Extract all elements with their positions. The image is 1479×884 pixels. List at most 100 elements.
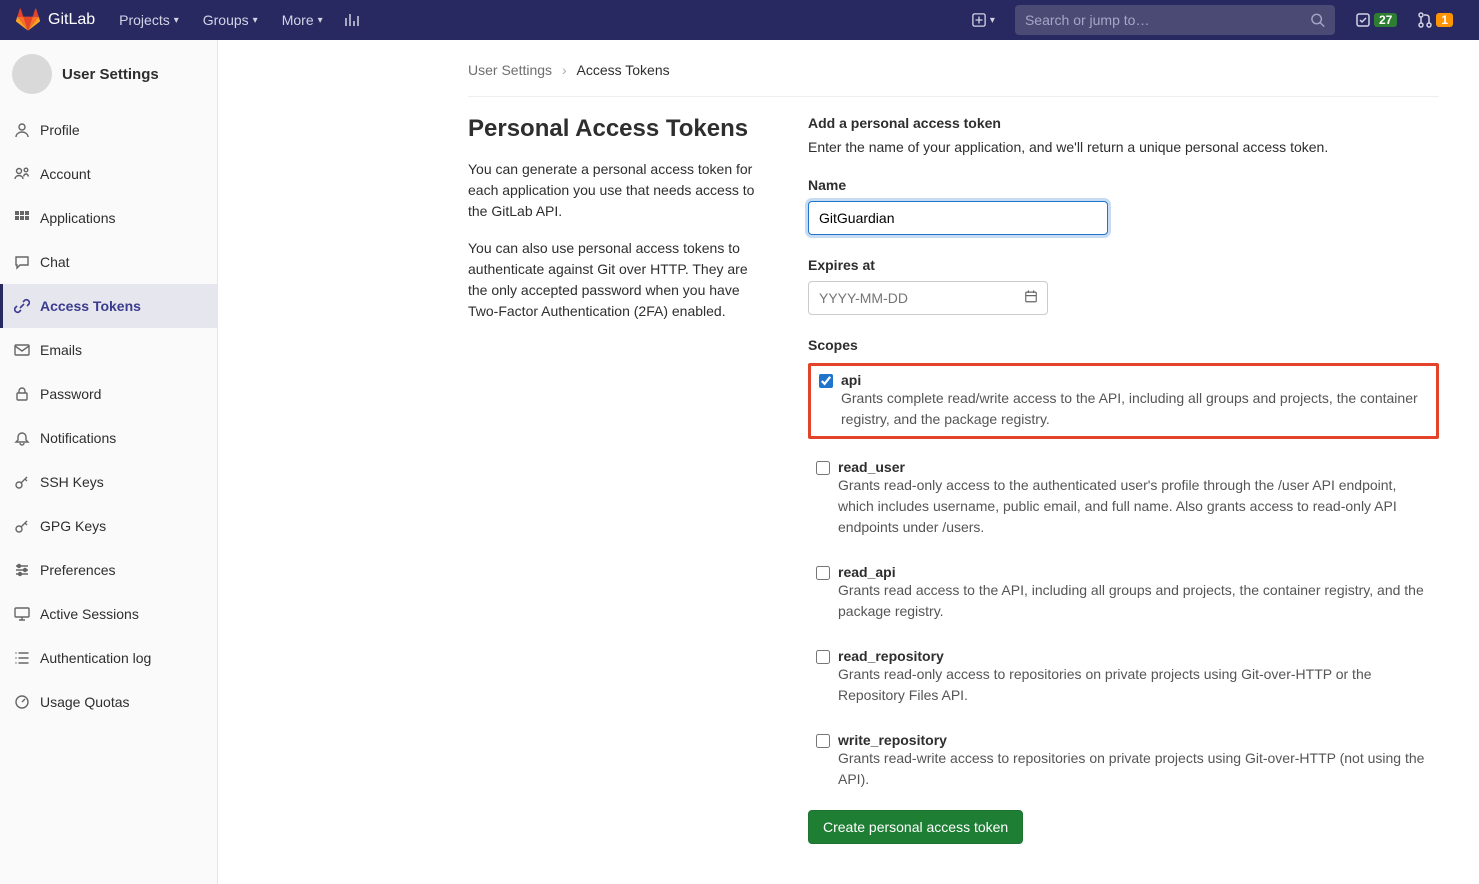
sidebar-item-gpg-keys[interactable]: GPG Keys [0,504,217,548]
account-icon [14,166,30,182]
link-icon [14,298,30,314]
scope-desc: Grants read-only access to the authentic… [838,475,1431,538]
scope-checkbox-read_api[interactable] [816,566,830,580]
form-subheading: Enter the name of your application, and … [808,139,1439,155]
sidebar-item-emails[interactable]: Emails [0,328,217,372]
mail-icon [14,342,30,358]
scope-checkbox-read_user[interactable] [816,461,830,475]
nav-groups[interactable]: Groups▾ [191,0,270,40]
sidebar-item-label: Applications [40,210,116,226]
sidebar-item-label: SSH Keys [40,474,104,490]
scopes-label: Scopes [808,337,1439,353]
sidebar-item-label: Access Tokens [40,298,141,314]
sidebar-header: User Settings [0,40,217,108]
sidebar-item-ssh-keys[interactable]: SSH Keys [0,460,217,504]
sidebar-item-usage-quotas[interactable]: Usage Quotas [0,680,217,724]
search-box[interactable] [1015,5,1335,35]
search-input[interactable] [1025,12,1310,28]
breadcrumb-current: Access Tokens [577,62,670,78]
breadcrumb-root[interactable]: User Settings [468,62,552,78]
sidebar-item-label: Chat [40,254,70,270]
gauge-icon [14,694,30,710]
sidebar-item-password[interactable]: Password [0,372,217,416]
scope-read_repository: read_repositoryGrants read-only access t… [808,642,1439,712]
bell-icon [14,430,30,446]
name-input[interactable] [808,201,1108,235]
merge-requests-link[interactable]: 1 [1407,0,1463,40]
key-icon [14,518,30,534]
sidebar-item-authentication-log[interactable]: Authentication log [0,636,217,680]
chevron-down-icon: ▾ [253,15,258,26]
list-icon [14,650,30,666]
sidebar-item-label: Authentication log [40,650,151,666]
chevron-down-icon: ▾ [318,15,323,26]
apps-icon [14,210,30,226]
scope-name: read_user [838,459,1431,475]
sidebar-item-label: Usage Quotas [40,694,130,710]
scope-checkbox-api[interactable] [819,374,833,388]
brand-text: GitLab [48,11,95,29]
avatar [12,54,52,94]
gitlab-logo[interactable]: GitLab [16,8,95,32]
sidebar-item-access-tokens[interactable]: Access Tokens [0,284,217,328]
breadcrumb: User Settings › Access Tokens [468,52,1439,97]
key-icon [14,474,30,490]
scope-write_repository: write_repositoryGrants read-write access… [808,726,1439,796]
scope-name: write_repository [838,732,1431,748]
sidebar-item-label: Preferences [40,562,115,578]
tanuki-icon [16,8,40,32]
merge-icon [1417,12,1433,28]
scope-read_user: read_userGrants read-only access to the … [808,453,1439,544]
scope-desc: Grants read-only access to repositories … [838,664,1431,706]
merge-count-badge: 1 [1436,13,1453,27]
👤-icon [14,122,30,138]
sliders-icon [14,562,30,578]
sidebar-item-label: Notifications [40,430,116,446]
scope-desc: Grants read-write access to repositories… [838,748,1431,790]
sidebar-item-label: Account [40,166,91,182]
chevron-down-icon: ▾ [990,15,995,26]
expires-label: Expires at [808,257,1439,273]
sidebar-item-notifications[interactable]: Notifications [0,416,217,460]
nav-more[interactable]: More▾ [270,0,335,40]
calendar-icon[interactable] [1024,290,1038,307]
scope-name: read_repository [838,648,1431,664]
activity-icon[interactable] [335,0,371,40]
sidebar: User Settings Profile Account Applications… [0,40,218,884]
new-dropdown[interactable]: ▾ [962,0,1005,40]
scope-checkbox-write_repository[interactable] [816,734,830,748]
lock-icon [14,386,30,402]
sidebar-item-label: Profile [40,122,80,138]
breadcrumb-separator: › [562,62,567,78]
sidebar-item-label: Emails [40,342,82,358]
sidebar-title: User Settings [62,66,159,83]
sidebar-item-account[interactable]: Account [0,152,217,196]
form-heading: Add a personal access token [808,115,1439,131]
scope-checkbox-read_repository[interactable] [816,650,830,664]
sidebar-item-label: Active Sessions [40,606,139,622]
page-desc-2: You can also use personal access tokens … [468,238,768,322]
monitor-icon [14,606,30,622]
chevron-down-icon: ▾ [174,15,179,26]
name-label: Name [808,177,1439,193]
sidebar-item-applications[interactable]: Applications [0,196,217,240]
scope-name: api [841,372,1428,388]
sidebar-item-preferences[interactable]: Preferences [0,548,217,592]
scope-desc: Grants complete read/write access to the… [841,388,1428,430]
nav-projects[interactable]: Projects▾ [107,0,191,40]
sidebar-item-label: GPG Keys [40,518,106,534]
sidebar-item-active-sessions[interactable]: Active Sessions [0,592,217,636]
top-navbar: GitLab Projects▾ Groups▾ More▾ ▾ 27 1 [0,0,1479,40]
search-icon [1310,12,1325,28]
sidebar-item-chat[interactable]: Chat [0,240,217,284]
todo-icon [1355,12,1371,28]
expires-input[interactable] [808,281,1048,315]
create-token-button[interactable]: Create personal access token [808,810,1023,844]
page-title: Personal Access Tokens [468,115,768,143]
page-desc-1: You can generate a personal access token… [468,159,768,222]
todos-link[interactable]: 27 [1345,0,1407,40]
sidebar-item-profile[interactable]: Profile [0,108,217,152]
scope-read_api: read_apiGrants read access to the API, i… [808,558,1439,628]
todo-count-badge: 27 [1374,13,1397,27]
chat-icon [14,254,30,270]
